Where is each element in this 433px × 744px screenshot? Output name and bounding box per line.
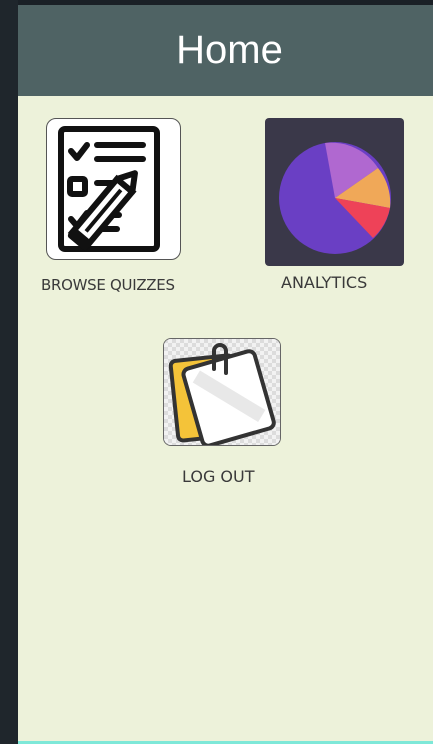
analytics-button[interactable]: ANALYTICS — [265, 118, 415, 298]
app-bar: Home — [18, 5, 433, 96]
app-screen: Home BROWSE QUIZZES ANALYTICS LOG OUT — [18, 5, 433, 744]
log-out-label: LOG OUT — [182, 467, 255, 486]
browse-quizzes-label: BROWSE QUIZZES — [41, 276, 175, 294]
log-out-button[interactable]: LOG OUT — [163, 338, 313, 498]
page-title: Home — [176, 28, 283, 72]
analytics-label: ANALYTICS — [281, 273, 368, 292]
device-frame-left — [0, 0, 18, 744]
pie-chart-icon[interactable] — [265, 118, 404, 266]
quiz-checklist-icon[interactable] — [46, 118, 181, 260]
sticky-note-icon[interactable] — [163, 338, 281, 446]
browse-quizzes-button[interactable]: BROWSE QUIZZES — [41, 118, 205, 298]
